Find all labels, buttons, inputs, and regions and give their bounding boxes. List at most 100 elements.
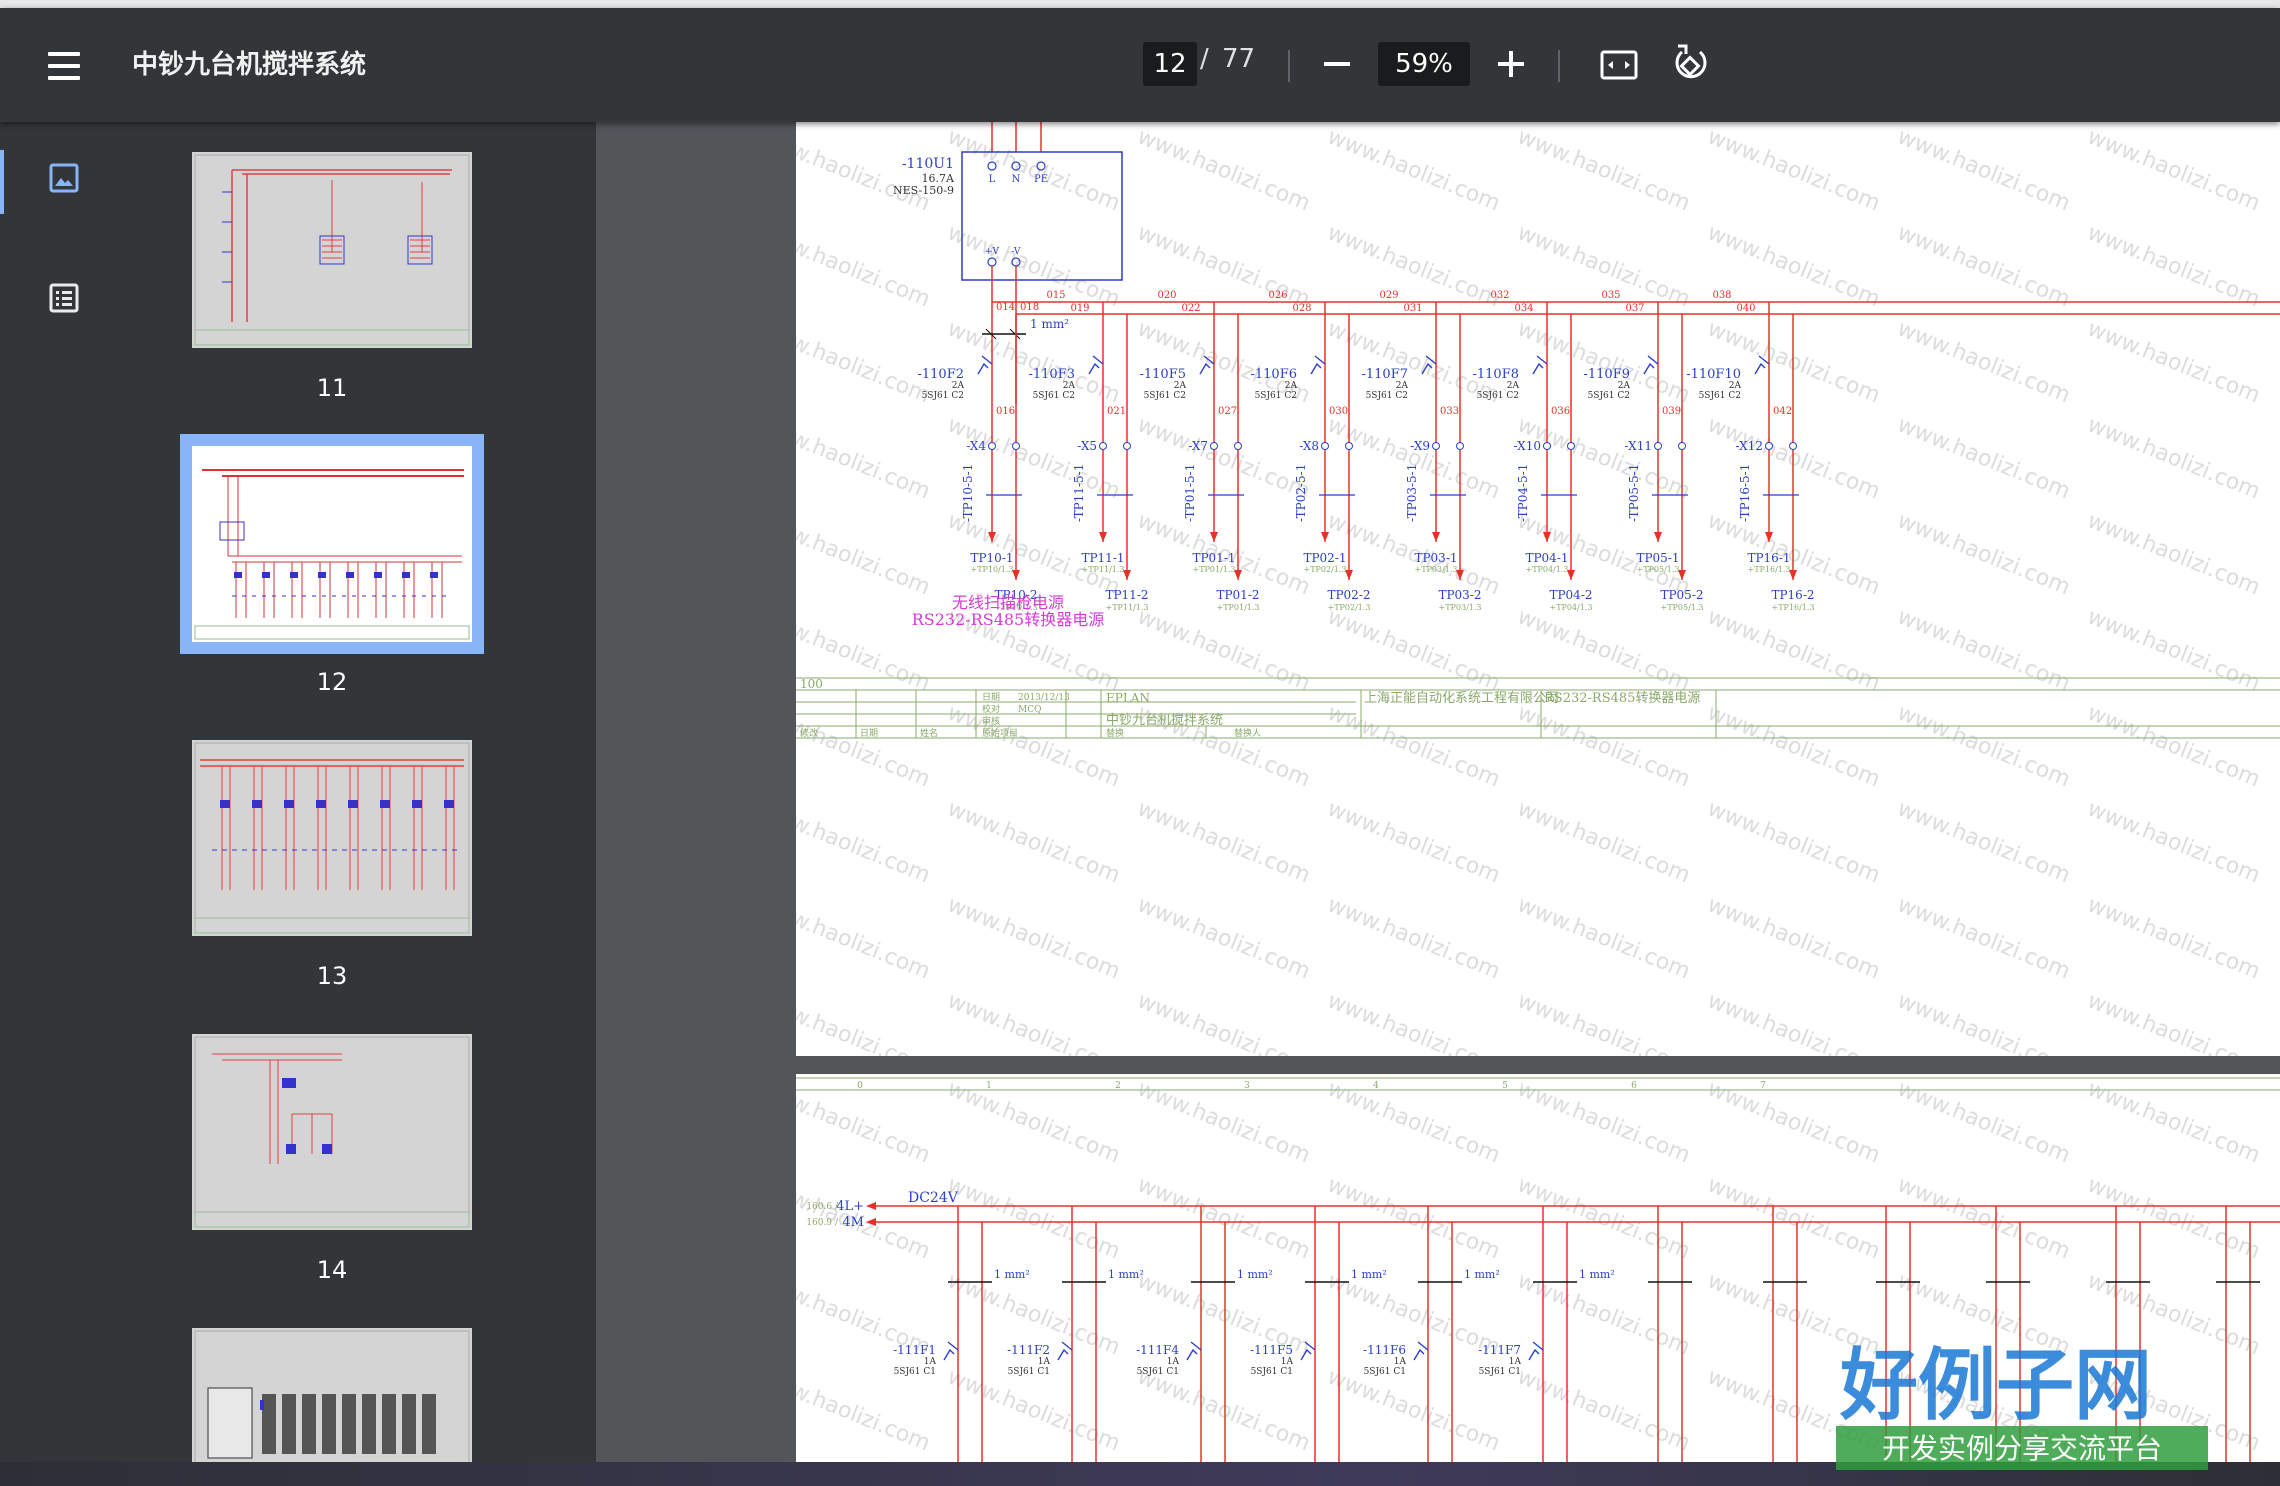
terminal-strip-label: -X4	[966, 439, 986, 453]
watermark-text: www.haolizi.com	[1514, 988, 1694, 1056]
output-ref: +TP11/1.3	[1081, 565, 1124, 574]
watermark-text: www.haolizi.com	[2274, 1268, 2280, 1360]
output-ref: +TP01/1.3	[1192, 565, 1235, 574]
column-number: 1	[986, 1081, 992, 1091]
cable-tag: -TP02-5-1	[1294, 464, 1308, 522]
watermark-text: www.haolizi.com	[1704, 604, 1884, 696]
power-unit-model: NES-150-9	[893, 184, 954, 197]
breaker-type: 5SJ61 C1	[1364, 1367, 1406, 1377]
output-ref: +TP16/1.3	[1771, 603, 1814, 612]
zoom-out-icon[interactable]	[1318, 44, 1358, 84]
breaker-rating: 1A	[1167, 1357, 1180, 1367]
svg-text:MCQ: MCQ	[1018, 705, 1041, 715]
breaker-rating: 2A	[1729, 381, 1742, 391]
watermark-text: www.haolizi.com	[2274, 316, 2280, 408]
output-label: TP04-2	[1549, 588, 1592, 602]
watermark-text: www.haolizi.com	[2084, 508, 2264, 600]
breaker-type: 5SJ61 C1	[1137, 1367, 1179, 1377]
watermark-text: www.haolizi.com	[1324, 220, 1504, 312]
svg-text:审核: 审核	[982, 715, 1000, 727]
breaker-tag: -111F2	[1007, 1343, 1050, 1357]
breaker-type: 5SJ61 C1	[894, 1367, 936, 1377]
bus-wire-label: 022	[1181, 303, 1200, 314]
breaker-type: 5SJ61 C2	[1033, 391, 1075, 401]
breaker-type: 5SJ61 C2	[1144, 391, 1186, 401]
watermark-text: www.haolizi.com	[2084, 124, 2264, 216]
zoom-in-icon[interactable]	[1492, 44, 1532, 84]
terminal	[1543, 442, 1551, 450]
menu-icon[interactable]	[40, 42, 88, 90]
thumbnail-label: 12	[316, 668, 348, 696]
breaker-rating: 1A	[1509, 1357, 1522, 1367]
document-viewer[interactable]: www.haolizi.com www.haolizi.com www.haoliz…	[596, 122, 2280, 1462]
watermark-text: www.haolizi.com	[1894, 700, 2074, 792]
breaker-symbol	[1057, 1341, 1073, 1361]
power-unit-tag: -110U1	[902, 156, 954, 172]
document-outline-icon[interactable]	[44, 278, 84, 318]
logo-text-top: 好例子网	[1839, 1340, 2152, 1431]
bus-wire-label: 031	[1403, 303, 1422, 314]
column-number: 7	[1760, 1081, 1766, 1091]
thumbnail-label: 14	[316, 1256, 348, 1284]
watermark-text: www.haolizi.com	[1894, 508, 2074, 600]
terminal	[1432, 442, 1440, 450]
breaker-rating: 2A	[1174, 381, 1187, 391]
breaker-symbol	[1310, 355, 1326, 375]
pdf-page-12: www.haolizi.com www.haolizi.com www.haoliz…	[796, 122, 2280, 1056]
column-number: 5	[1502, 1081, 1508, 1091]
wire-label: 018	[1020, 302, 1039, 313]
breaker-rating: 2A	[1507, 381, 1520, 391]
breaker-tag: -110F8	[1473, 367, 1520, 382]
watermark-text: www.haolizi.com	[1704, 700, 1884, 792]
thumbnails-icon[interactable]	[44, 158, 84, 198]
column-number: 2	[1115, 1081, 1121, 1091]
bus-wire-label: 037	[1625, 303, 1644, 314]
breaker-type: 5SJ61 C1	[1008, 1367, 1050, 1377]
cable-tag: -TP01-5-1	[1183, 464, 1197, 522]
terminal	[988, 442, 996, 450]
note-line-2: RS232-RS485转换器电源	[912, 610, 1105, 629]
svg-text:160.6 /: 160.6 /	[806, 1202, 839, 1212]
fit-to-page-icon[interactable]	[1598, 44, 1640, 86]
watermark-text: www.haolizi.com	[2274, 412, 2280, 504]
watermark-text: www.haolizi.com	[1704, 892, 1884, 984]
terminal	[1456, 442, 1464, 450]
breaker-tag: -110F5	[1140, 367, 1187, 382]
breaker-rating: 2A	[1285, 381, 1298, 391]
breaker-tag: -110F9	[1584, 367, 1631, 382]
watermark-text: www.haolizi.com	[1324, 796, 1504, 888]
watermark-text: www.haolizi.com	[1514, 1172, 1694, 1264]
bus-wire-label: 035	[1601, 290, 1620, 301]
rotate-icon[interactable]	[1670, 42, 1712, 86]
zoom-level-input[interactable]: 59%	[1378, 42, 1470, 86]
watermark-text: www.haolizi.com	[944, 796, 1124, 888]
watermark-text: www.haolizi.com	[1514, 124, 1694, 216]
svg-text:替换人: 替换人	[1234, 727, 1261, 739]
wire-label: 042	[1773, 406, 1792, 417]
output-label: TP01-2	[1216, 588, 1259, 602]
output-ref: +TP05/1.3	[1660, 603, 1703, 612]
logo-text-bottom: 开发实例分享交流平台	[1882, 1432, 2162, 1465]
terminal	[1678, 442, 1686, 450]
watermark-text: www.haolizi.com	[1134, 124, 1314, 216]
watermark-text: www.haolizi.com	[796, 796, 933, 888]
breaker-type: 5SJ61 C1	[1251, 1367, 1293, 1377]
breaker-tag: -110F7	[1362, 367, 1409, 382]
watermark-text: www.haolizi.com	[1704, 796, 1884, 888]
svg-text:修改: 修改	[800, 727, 818, 739]
breaker-type: 5SJ61 C1	[1479, 1367, 1521, 1377]
watermark-text: www.haolizi.com	[1134, 796, 1314, 888]
project-name: 中钞九台机搅拌系统	[1106, 712, 1223, 728]
watermark-text: www.haolizi.com	[1894, 124, 2074, 216]
watermark-text: www.haolizi.com	[1324, 1364, 1504, 1456]
svg-text:校对: 校对	[982, 703, 1000, 715]
breaker-tag: -111F4	[1136, 1343, 1179, 1357]
page-number-input[interactable]: 12	[1143, 42, 1197, 86]
watermark-text: www.haolizi.com	[2084, 412, 2264, 504]
watermark-text: www.haolizi.com	[2274, 508, 2280, 600]
terminal-strip-label: -X10	[1514, 439, 1541, 453]
watermark-text: www.haolizi.com	[1324, 1268, 1504, 1360]
cable-size-label: 1 mm²	[1464, 1268, 1500, 1281]
terminal-strip-label: -X7	[1188, 439, 1208, 453]
watermark-text: www.haolizi.com	[2274, 124, 2280, 216]
